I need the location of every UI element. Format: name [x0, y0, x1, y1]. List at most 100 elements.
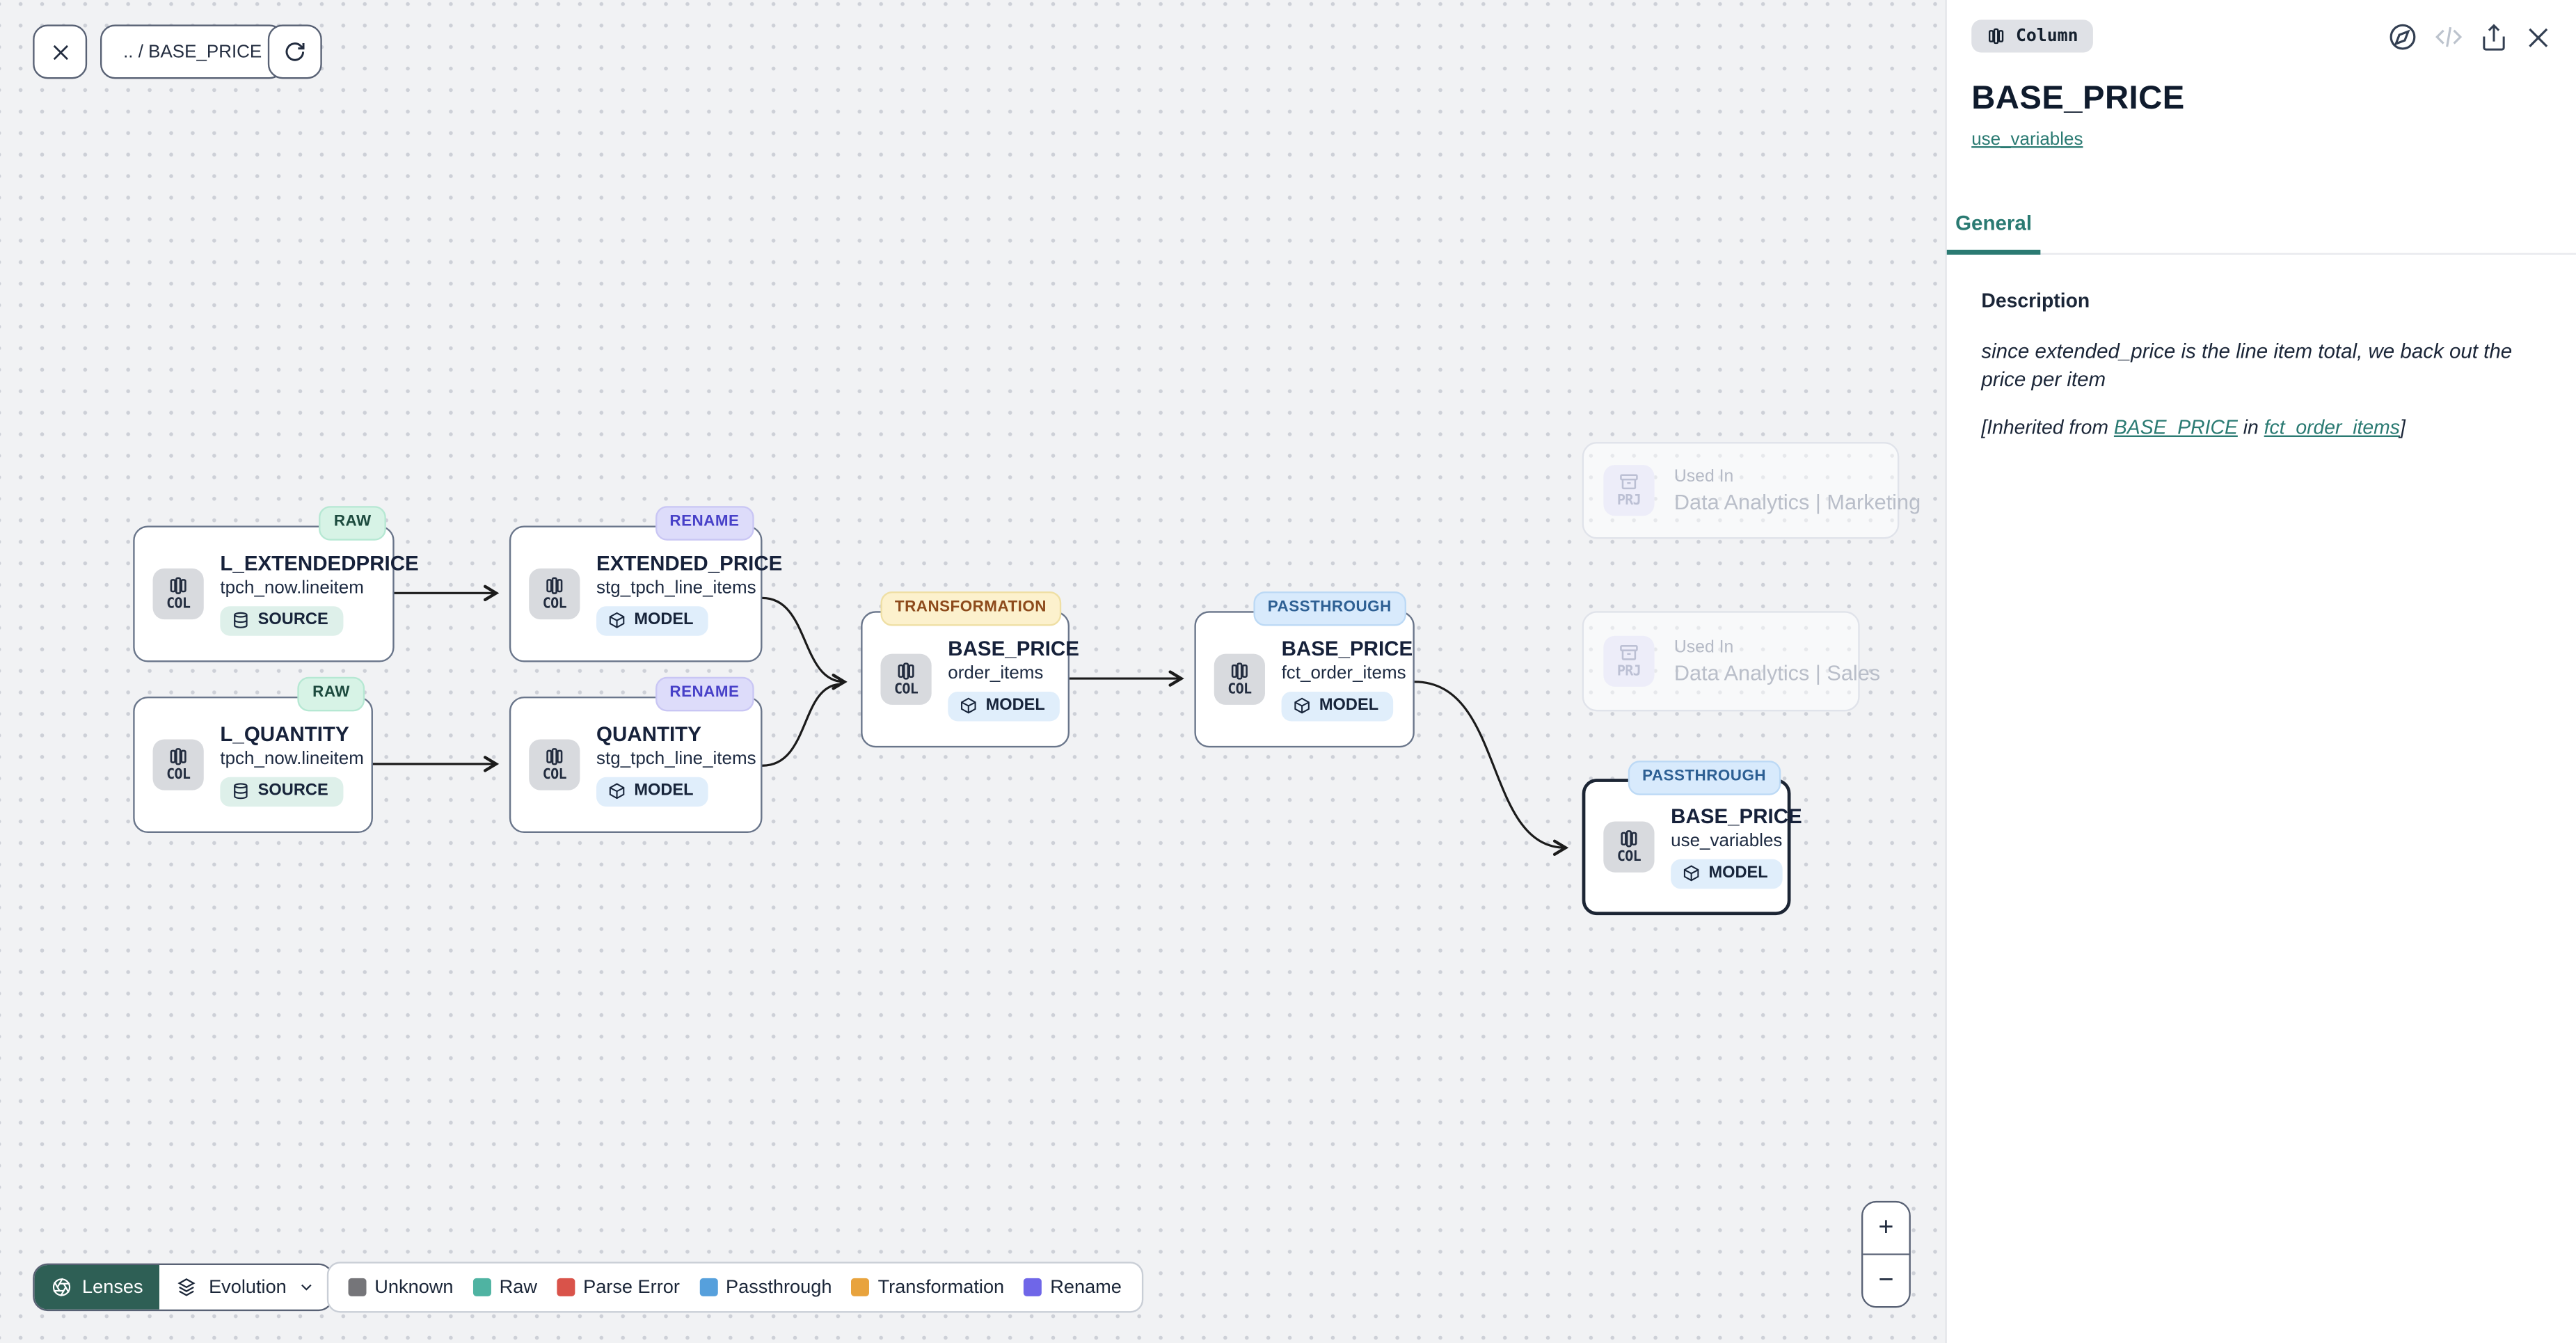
- used-in-node-marketing[interactable]: PRJ Used In Data Analytics | Marketing: [1582, 442, 1900, 539]
- inherited-column-link[interactable]: BASE_PRICE: [2114, 415, 2238, 438]
- node-subtitle: use_variables: [1671, 832, 1782, 851]
- node-base-price-order-items[interactable]: TRANSFORMATION COL BASE_PRICE order_item…: [861, 611, 1070, 747]
- refresh-button[interactable]: [268, 24, 322, 79]
- lens-legend: Unknown Raw Parse Error Passthrough Tran…: [327, 1262, 1143, 1312]
- close-icon: [2523, 22, 2552, 51]
- share-button[interactable]: [2479, 22, 2509, 51]
- chip-label: COL: [543, 598, 566, 612]
- node-base-price-use-variables[interactable]: PASSTHROUGH COL BASE_PRICE use_variables…: [1582, 779, 1791, 915]
- explore-compass-button[interactable]: [2387, 22, 2419, 53]
- chip-label: COL: [166, 770, 190, 784]
- legend-item: Raw: [473, 1278, 537, 1297]
- model-badge: MODEL: [1282, 692, 1394, 721]
- model-badge: MODEL: [948, 692, 1060, 721]
- chevron-down-icon: [298, 1278, 316, 1296]
- legend-swatch: [852, 1278, 870, 1296]
- columns-icon: [543, 575, 565, 597]
- lens-selected-label: Evolution: [209, 1278, 287, 1297]
- columns-icon: [1619, 829, 1640, 850]
- node-base-price-fct-order-items[interactable]: PASSTHROUGH COL BASE_PRICE fct_order_ite…: [1194, 611, 1414, 747]
- project-type-chip: PRJ: [1603, 465, 1654, 516]
- cube-icon: [960, 697, 978, 715]
- legend-swatch: [349, 1278, 367, 1296]
- legend-item: Parse Error: [557, 1278, 680, 1297]
- column-type-chip: COL: [153, 739, 204, 790]
- panel-header: Column: [1947, 0, 2576, 53]
- used-in-node-sales[interactable]: PRJ Used In Data Analytics | Sales: [1582, 611, 1860, 711]
- legend-swatch: [1024, 1278, 1042, 1296]
- column-type-chip: COL: [529, 739, 580, 790]
- columns-icon: [168, 746, 189, 768]
- database-icon: [232, 612, 250, 630]
- aperture-icon: [51, 1276, 72, 1298]
- node-title: BASE_PRICE: [948, 637, 1079, 661]
- archive-icon: [1619, 472, 1640, 493]
- panel-title: BASE_PRICE: [1971, 81, 2576, 118]
- edge-extended-price-to-order-items: [763, 598, 845, 681]
- node-l-extendedprice[interactable]: RAW COL L_EXTENDEDPRICE tpch_now.lineite…: [133, 526, 394, 662]
- edge-quantity-to-order-items: [763, 684, 840, 765]
- lens-badge: RENAME: [655, 506, 754, 539]
- close-lineage-button[interactable]: [33, 24, 87, 79]
- node-title: EXTENDED_PRICE: [596, 552, 782, 575]
- node-subtitle: fct_order_items: [1282, 664, 1406, 683]
- columns-icon: [168, 575, 189, 597]
- columns-icon: [1229, 661, 1250, 683]
- column-type-chip: COL: [529, 569, 580, 619]
- refresh-icon: [283, 40, 307, 64]
- node-extended-price[interactable]: RENAME COL EXTENDED_PRICE stg_tpch_line_…: [509, 526, 763, 662]
- node-quantity[interactable]: RENAME COL QUANTITY stg_tpch_line_items …: [509, 697, 763, 833]
- column-type-chip: COL: [1214, 654, 1265, 705]
- close-panel-button[interactable]: [2523, 22, 2552, 51]
- zoom-in-button[interactable]: +: [1863, 1202, 1909, 1253]
- close-icon: [49, 40, 72, 63]
- zoom-out-button[interactable]: −: [1863, 1256, 1909, 1307]
- archive-icon: [1619, 643, 1640, 665]
- tab-general[interactable]: General: [1947, 212, 2041, 255]
- zoom-control: + −: [1861, 1201, 1911, 1308]
- lens-badge: RAW: [319, 506, 386, 539]
- column-type-chip: COL: [153, 569, 204, 619]
- panel-tabs: General: [1947, 212, 2576, 255]
- lenses-control[interactable]: Lenses Evolution: [33, 1264, 334, 1311]
- database-icon: [232, 782, 250, 800]
- lens-selector[interactable]: Evolution: [159, 1265, 333, 1310]
- description-inherited: [Inherited from BASE_PRICE in fct_order_…: [1981, 415, 2543, 438]
- source-badge: SOURCE: [220, 777, 343, 806]
- lineage-app: PRJ Used In Data Analytics | Marketing P…: [0, 0, 2576, 1343]
- inherited-model-link[interactable]: fct_order_items: [2264, 415, 2400, 438]
- node-title: BASE_PRICE: [1671, 804, 1802, 828]
- description-body: since extended_price is the line item to…: [1981, 338, 2540, 395]
- node-subtitle: stg_tpch_line_items: [596, 749, 756, 769]
- edge-fct-order-items-to-use-variables: [1415, 682, 1566, 848]
- model-link[interactable]: use_variables: [1971, 130, 2083, 150]
- entity-type-chip: Column: [1971, 19, 2093, 52]
- chip-label: COL: [894, 684, 918, 698]
- model-badge: MODEL: [596, 607, 708, 636]
- code-view-button[interactable]: [2433, 22, 2465, 53]
- lenses-button[interactable]: Lenses: [35, 1265, 160, 1310]
- entity-type-label: Column: [2016, 26, 2078, 46]
- chip-label: COL: [543, 770, 566, 784]
- chip-label: COL: [166, 598, 190, 612]
- legend-swatch: [557, 1278, 575, 1296]
- source-badge: SOURCE: [220, 607, 343, 636]
- lens-badge: RAW: [298, 677, 365, 710]
- column-type-chip: COL: [1603, 822, 1654, 873]
- project-type-chip: PRJ: [1603, 636, 1654, 687]
- lens-badge: PASSTHROUGH: [1253, 591, 1406, 625]
- used-in-label: Used In: [1674, 637, 1733, 658]
- cube-icon: [608, 612, 626, 630]
- chip-label: PRJ: [1617, 495, 1641, 509]
- node-title: QUANTITY: [596, 722, 701, 746]
- breadcrumb[interactable]: .. / BASE_PRICE: [100, 24, 285, 79]
- used-in-title: Data Analytics | Sales: [1674, 661, 1880, 685]
- description-section: Description since extended_price is the …: [1981, 289, 2543, 439]
- layers-icon: [176, 1276, 198, 1298]
- node-l-quantity[interactable]: RAW COL L_QUANTITY tpch_now.lineitem SOU…: [133, 697, 373, 833]
- node-subtitle: tpch_now.lineitem: [220, 749, 363, 769]
- chip-label: PRJ: [1617, 666, 1641, 680]
- detail-panel: Column BASE_PRICE use_variables Gener: [1945, 0, 2576, 1343]
- description-heading: Description: [1981, 289, 2543, 312]
- columns-icon: [896, 661, 917, 683]
